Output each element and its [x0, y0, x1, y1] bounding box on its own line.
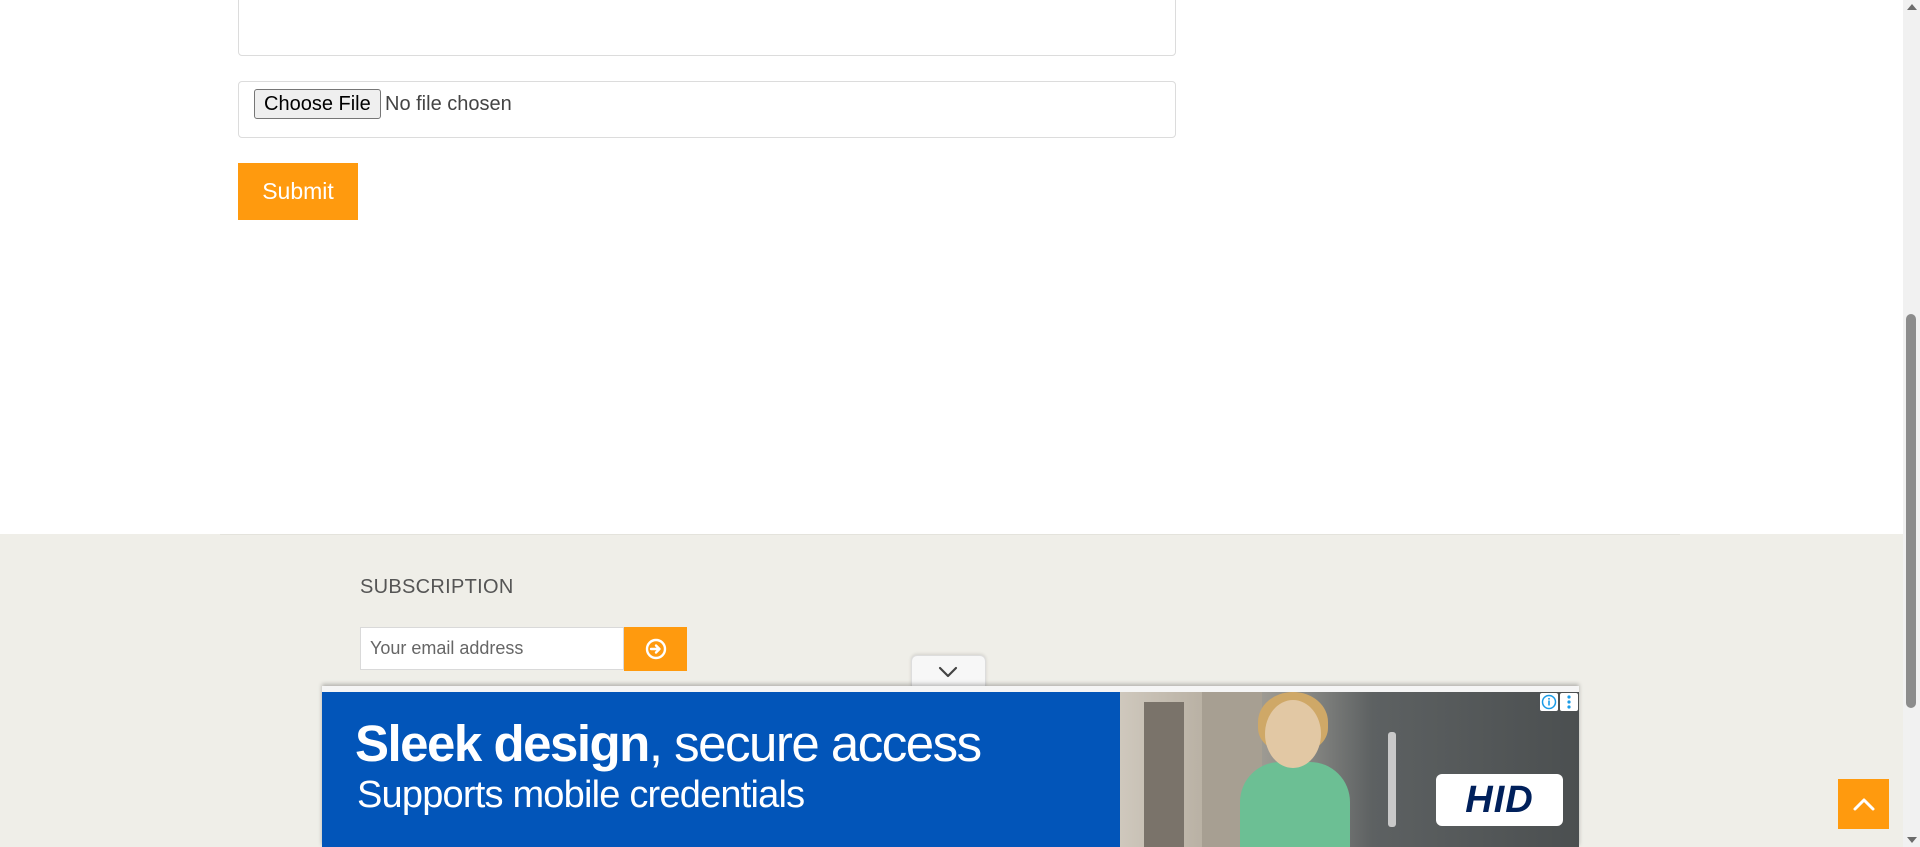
back-to-top-button[interactable] — [1838, 779, 1889, 829]
page: Choose File No file chosen Submit SUBSCR… — [0, 0, 1903, 847]
subscription-title: SUBSCRIPTION — [360, 576, 514, 598]
ad-info-icon[interactable] — [1540, 693, 1558, 711]
scroll-down-arrow-icon[interactable] — [1907, 837, 1917, 843]
email-input[interactable] — [360, 627, 624, 670]
choose-file-button[interactable]: Choose File — [254, 89, 381, 119]
footer-divider — [220, 534, 1680, 535]
scrollbar-thumb[interactable] — [1906, 314, 1916, 708]
subscribe-button[interactable] — [624, 627, 687, 671]
hid-logo: HID — [1436, 774, 1563, 826]
file-status-text: No file chosen — [385, 93, 512, 115]
scroll-up-arrow-icon[interactable] — [1907, 4, 1917, 10]
submit-button[interactable]: Submit — [238, 163, 358, 220]
ad-menu-icon[interactable] — [1560, 693, 1578, 711]
chevron-up-icon — [1853, 798, 1874, 811]
chevron-down-icon — [938, 666, 958, 678]
arrow-circle-right-icon — [645, 638, 666, 660]
ad-collapse-toggle[interactable] — [911, 655, 986, 688]
ad-subline: Supports mobile credentials — [357, 774, 805, 816]
ad-headline: Sleek design, secure access — [355, 714, 982, 773]
vertical-scrollbar[interactable] — [1903, 0, 1920, 847]
ad-headline-rest: , secure access — [648, 715, 982, 772]
file-upload-field: Choose File No file chosen — [238, 81, 1176, 138]
ad-top-edge — [322, 686, 1579, 692]
message-textarea[interactable] — [238, 0, 1176, 56]
ad-headline-bold: Sleek design — [355, 715, 650, 772]
ad-banner[interactable]: Sleek design, secure access Supports mob… — [322, 686, 1579, 847]
